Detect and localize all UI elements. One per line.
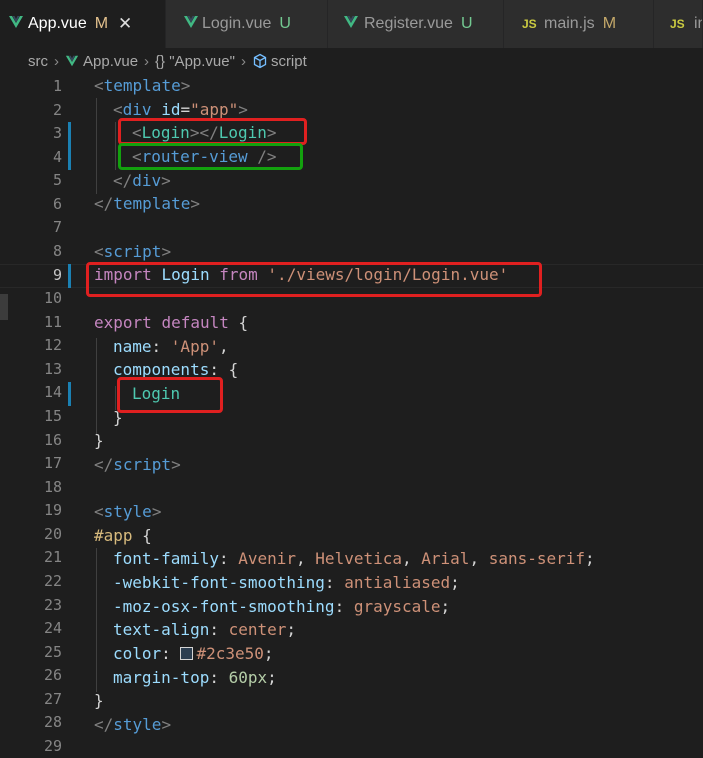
line-number: 27 — [43, 690, 62, 708]
close-icon[interactable]: ✕ — [118, 14, 132, 34]
tab-label: App.vue — [28, 15, 87, 32]
line-number: 21 — [43, 548, 62, 566]
annotation-box-components-login — [117, 377, 223, 413]
code-line-19: <style> — [94, 502, 162, 521]
code-line-8: <script> — [94, 242, 172, 261]
line-number: 9 — [52, 266, 62, 284]
code-line-24: text-align: center; — [113, 620, 297, 639]
line-number: 4 — [52, 148, 62, 166]
line-number: 26 — [43, 666, 62, 684]
tab-status-modified: M — [602, 15, 617, 32]
tab-status-untracked: U — [460, 15, 473, 32]
tab-login-vue[interactable]: Login.vue U — [166, 0, 328, 48]
annotation-box-import — [86, 262, 542, 297]
code-line-21: font-family: Avenir, Helvetica, Arial, s… — [113, 549, 595, 568]
line-number: 25 — [43, 643, 62, 661]
breadcrumb-folder[interactable]: src — [28, 53, 48, 70]
line-number: 16 — [43, 431, 62, 449]
line-number: 10 — [43, 289, 62, 307]
line-number: 1 — [52, 77, 62, 95]
line-number: 7 — [52, 218, 62, 236]
breadcrumb-section[interactable]: script — [271, 53, 307, 70]
line-number: 19 — [43, 501, 62, 519]
code-line-6: </template> — [94, 194, 200, 213]
line-number: 6 — [52, 195, 62, 213]
code-line-16: } — [94, 431, 104, 450]
code-editor[interactable]: 1 2 3 4 5 6 7 8 9 10 11 12 13 14 15 16 17 18 19 20 21 22 23 24 2… — [0, 74, 703, 755]
line-number: 3 — [52, 124, 62, 142]
line-number: 14 — [43, 383, 62, 401]
line-number: 17 — [43, 454, 62, 472]
tab-label: in — [694, 15, 702, 32]
indent-guide — [115, 122, 116, 170]
line-number: 28 — [43, 713, 62, 731]
code-line-27: } — [94, 691, 104, 710]
tab-partial[interactable]: JS in — [654, 0, 703, 48]
tab-label: main.js — [544, 15, 595, 32]
tab-bar: App.vue M ✕ Login.vue U Register.vue U J… — [0, 0, 703, 48]
line-number: 12 — [43, 336, 62, 354]
git-change-marker — [68, 122, 71, 170]
tab-label: Register.vue — [364, 15, 453, 32]
breadcrumb: src › App.vue › {} "App.vue" › script — [0, 48, 703, 74]
tab-status-untracked: U — [279, 15, 291, 32]
breadcrumb-node[interactable]: {} "App.vue" — [155, 53, 235, 70]
line-number: 13 — [43, 360, 62, 378]
chevron-right-icon: › — [54, 52, 59, 70]
vue-icon — [184, 16, 198, 28]
annotation-box-login-tag — [118, 118, 307, 145]
chevron-right-icon: › — [144, 52, 150, 70]
code-line-11: export default { — [94, 313, 249, 332]
line-number: 29 — [43, 737, 62, 755]
js-icon: JS — [522, 17, 537, 31]
tab-main-js[interactable]: JS main.js M — [504, 0, 654, 48]
tab-status-modified: M — [94, 15, 109, 32]
code-line-28: </style> — [94, 715, 172, 734]
git-change-marker — [68, 382, 71, 406]
js-icon: JS — [670, 17, 685, 31]
tab-app-vue[interactable]: App.vue M ✕ — [0, 0, 166, 48]
vue-icon — [9, 16, 23, 28]
code-line-1: <template> — [94, 76, 191, 95]
line-number: 15 — [43, 407, 62, 425]
code-line-23: -moz-osx-font-smoothing: grayscale; — [113, 597, 451, 616]
breadcrumb-file[interactable]: App.vue — [83, 53, 138, 70]
color-swatch[interactable] — [180, 647, 194, 660]
indent-guide — [96, 338, 97, 434]
line-number: 2 — [52, 101, 62, 119]
tab-label: Login.vue — [202, 15, 272, 32]
cube-icon — [253, 53, 267, 69]
code-line-26: margin-top: 60px; — [113, 668, 277, 687]
line-number: 20 — [43, 525, 62, 543]
indent-guide — [96, 98, 97, 194]
code-line-25: color: #2c3e50; — [113, 644, 274, 663]
code-line-5: </div> — [113, 171, 171, 190]
indent-guide — [96, 548, 97, 692]
git-change-marker — [68, 264, 71, 288]
line-number: 23 — [43, 596, 62, 614]
chevron-right-icon: › — [240, 52, 246, 70]
line-number: 22 — [43, 572, 62, 590]
line-number: 18 — [43, 478, 62, 496]
code-line-20: #app { — [94, 526, 152, 545]
line-number: 8 — [52, 242, 62, 260]
annotation-box-router-view — [118, 143, 303, 170]
code-line-17: </script> — [94, 455, 181, 474]
code-line-22: -webkit-font-smoothing: antialiased; — [113, 573, 460, 592]
line-number: 5 — [52, 171, 62, 189]
vue-icon — [65, 55, 79, 67]
line-number: 11 — [43, 313, 62, 331]
tab-register-vue[interactable]: Register.vue U — [328, 0, 504, 48]
code-line-12: name: 'App', — [113, 337, 229, 356]
line-number: 24 — [43, 619, 62, 637]
vue-icon — [344, 16, 358, 28]
